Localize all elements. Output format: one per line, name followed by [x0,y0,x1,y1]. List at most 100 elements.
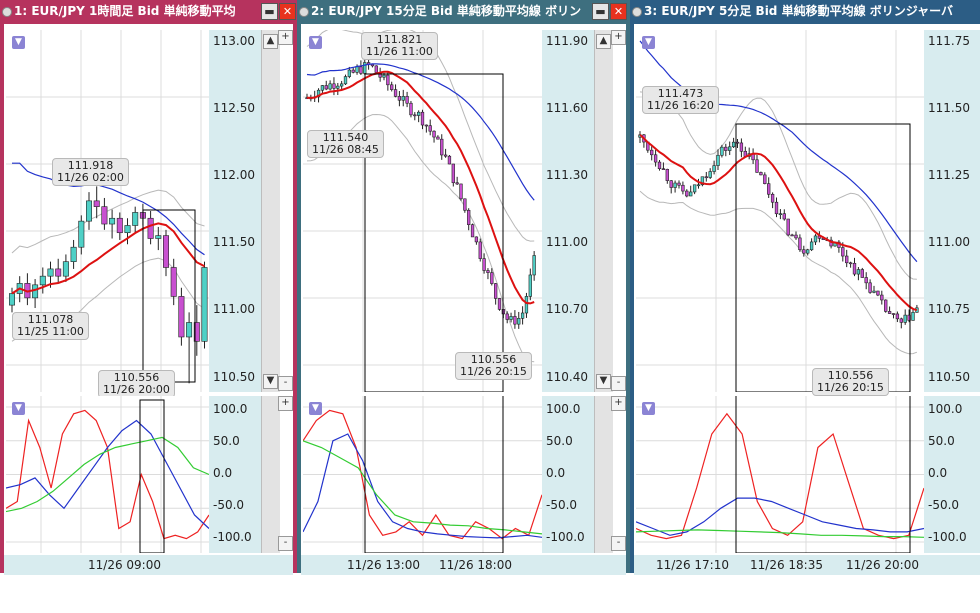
oscillator-plot[interactable]: ▼ [303,396,542,553]
open-callout: 111.540 11/26 08:45 [307,130,384,158]
candle [320,85,325,91]
candle [109,217,116,225]
candle [347,69,351,77]
selection-box [364,73,504,392]
candle [813,235,818,243]
candle [332,83,336,89]
candle [463,198,467,211]
candle [782,213,786,220]
candle [86,200,92,222]
chart-window-1[interactable]: 1: EUR/JPY 1時間足 Bid 単純移動平均 ▬ ✕ ▼ 111.918… [0,0,297,575]
candle [728,146,732,151]
scroll-down-button[interactable]: ▼ [596,374,611,389]
zoom-out-button[interactable]: - [611,376,626,391]
candle [201,267,208,342]
candle [774,201,779,215]
chart-menu-icon[interactable]: ▼ [12,36,25,49]
oscillator-plot[interactable]: ▼ [636,396,924,553]
candle [39,275,46,286]
scroll-up-button[interactable]: ▲ [263,34,278,49]
candle [482,258,486,271]
zoom-in-button[interactable]: + [611,30,626,45]
zoom-out-button[interactable]: - [278,376,293,391]
osc-zoom-out-button[interactable]: - [611,536,626,551]
window-titlebar[interactable]: 3: EUR/JPY 5分足 Bid 単純移動平均線 ボリンジャーバ [630,0,980,22]
candle [474,236,479,243]
candle [401,96,405,101]
oscillator-menu-icon[interactable]: ▼ [12,402,25,415]
candle [653,154,658,163]
candle [798,237,802,251]
candle [155,235,162,239]
candle [336,85,340,89]
window-icon [2,7,12,17]
candle [806,249,810,254]
candle [470,224,475,238]
price-plot[interactable]: ▼ 111.918 11/26 02:00 111.078 11/25 11:00 … [6,30,209,398]
oscillator-scrollbar[interactable] [261,396,280,553]
close-button[interactable]: ✕ [610,3,627,20]
candle [124,225,131,234]
scroll-up-button[interactable]: ▲ [596,34,611,49]
candle [661,168,666,170]
candle [517,318,521,325]
chart-window-2[interactable]: 2: EUR/JPY 15分足 Bid 単純移動平均線 ボリン ▬ ✕ ▼ 11… [297,0,630,575]
candle [716,154,720,166]
scroll-down-button[interactable]: ▼ [263,374,278,389]
selection-box [139,399,165,553]
candle [355,66,359,73]
candle [755,159,759,173]
osc-zoom-out-button[interactable]: - [278,536,293,551]
candle [856,269,861,275]
zoom-in-button[interactable]: + [278,30,293,45]
candle [650,149,654,156]
candle [770,193,775,203]
osc-zoom-in-button[interactable]: + [278,396,293,411]
oscillator-menu-icon[interactable]: ▼ [642,402,655,415]
candle [428,125,432,132]
chart-menu-icon[interactable]: ▼ [309,36,322,49]
candle [47,268,54,277]
latest-low-callout: 110.556 11/26 20:15 [455,352,532,380]
oscillator-scrollbar[interactable] [594,396,613,553]
price-plot[interactable]: ▼ 111.473 11/26 16:20 110.556 11/26 20:15 [636,30,924,396]
candle [340,83,344,87]
candle [876,290,880,296]
candle [62,261,69,277]
sma-blue-line [639,40,918,263]
candle [852,262,857,275]
candle [899,318,903,323]
chart-menu-icon[interactable]: ▼ [642,36,655,49]
candle [424,124,428,127]
candle [374,65,378,73]
candle [328,83,332,90]
candle [895,313,900,320]
chart-window-3[interactable]: 3: EUR/JPY 5分足 Bid 単純移動平均線 ボリンジャーバ ▼ 111… [630,0,980,575]
close-button[interactable]: ✕ [279,3,296,20]
window-titlebar[interactable]: 2: EUR/JPY 15分足 Bid 単純移動平均線 ボリン ▬ ✕ [297,0,630,22]
minimize-button[interactable]: ▬ [261,3,278,20]
candle [417,111,421,116]
candle [911,312,915,321]
candle [494,283,498,299]
osc-zoom-in-button[interactable]: + [611,396,626,411]
candle [459,183,463,200]
candle [696,184,701,187]
candle [903,314,907,323]
candle [116,217,123,234]
candle [786,218,790,236]
candle [712,165,716,172]
candle [436,136,440,140]
oscillator-menu-icon[interactable]: ▼ [309,402,322,415]
price-scrollbar[interactable]: ▲ ▼ [594,30,613,392]
window-titlebar[interactable]: 1: EUR/JPY 1時間足 Bid 単純移動平均 ▬ ✕ [0,0,297,22]
price-scrollbar[interactable]: ▲ ▼ [261,30,280,392]
candle [55,268,62,277]
time-axis: 11/26 17:10 11/26 18:35 11/26 20:00 [634,555,980,575]
minimize-button[interactable]: ▬ [592,3,609,20]
oscillator-plot[interactable]: ▼ [6,396,209,553]
candle [887,311,892,314]
candle [685,190,689,197]
price-plot[interactable]: ▼ 111.821 11/26 11:00 111.540 11/26 08:45 … [303,30,542,392]
candle [170,267,177,297]
